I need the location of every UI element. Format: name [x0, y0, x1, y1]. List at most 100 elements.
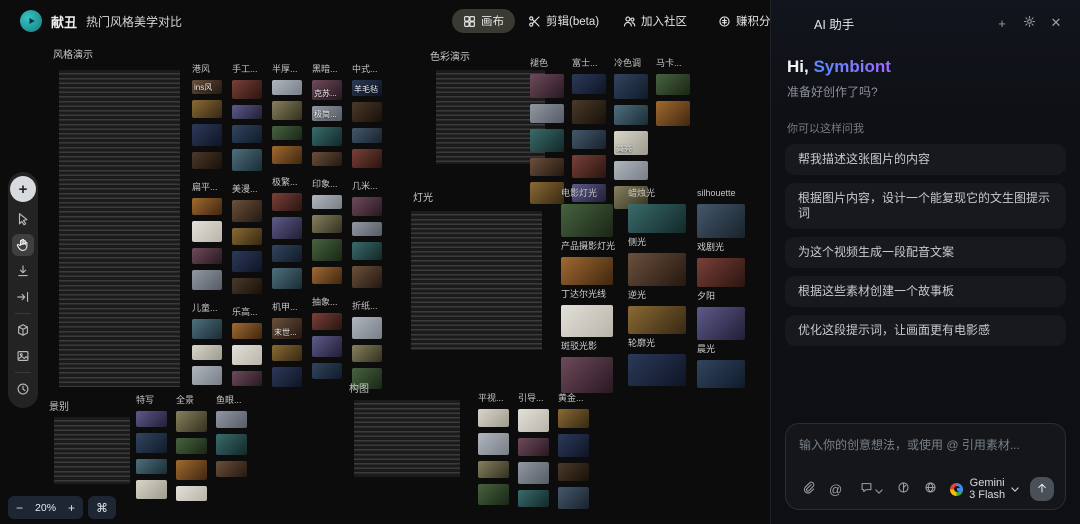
asset-thumbnail[interactable] — [352, 345, 382, 362]
asset-thumbnail[interactable]: 高亮 — [614, 131, 648, 155]
asset-thumbnail[interactable] — [272, 245, 302, 262]
suggestion-item[interactable]: 优化这段提示词，让画面更有电影感 — [785, 315, 1066, 346]
asset-thumbnail[interactable] — [628, 354, 686, 386]
asset-thumbnail[interactable] — [478, 433, 509, 455]
shot-scale-note-card[interactable] — [48, 411, 136, 490]
asset-thumbnail[interactable] — [312, 336, 342, 357]
asset-thumbnail[interactable] — [176, 411, 207, 432]
style-demo-note-card[interactable] — [53, 64, 186, 393]
asset-thumbnail[interactable] — [697, 258, 745, 287]
asset-thumbnail[interactable] — [192, 152, 222, 169]
suggestion-item[interactable]: 根据这些素材创建一个故事板 — [785, 276, 1066, 307]
asset-thumbnail[interactable] — [272, 217, 302, 239]
asset-thumbnail[interactable]: 克苏... — [312, 80, 342, 100]
asset-thumbnail[interactable] — [136, 480, 167, 499]
asset-thumbnail[interactable] — [697, 307, 745, 340]
asset-thumbnail[interactable] — [530, 158, 564, 176]
zoom-out-button[interactable]: − — [8, 496, 31, 519]
join-community-button[interactable]: 加入社区 — [612, 9, 698, 33]
asset-thumbnail[interactable] — [478, 484, 509, 505]
asset-thumbnail[interactable] — [272, 268, 302, 289]
asset-thumbnail[interactable] — [216, 434, 247, 455]
asset-thumbnail[interactable] — [312, 313, 342, 330]
asset-thumbnail[interactable] — [192, 319, 222, 339]
asset-thumbnail[interactable] — [176, 438, 207, 454]
usage-button[interactable] — [892, 478, 915, 500]
asset-thumbnail[interactable] — [561, 357, 613, 393]
app-logo-play-icon[interactable] — [20, 10, 42, 32]
tool-cursor-icon[interactable] — [12, 208, 34, 230]
tool-add-icon[interactable]: + — [10, 176, 36, 202]
tool-download-icon[interactable] — [12, 260, 34, 282]
asset-thumbnail[interactable] — [272, 367, 302, 387]
suggestion-item[interactable]: 帮我描述这张图片的内容 — [785, 144, 1066, 175]
asset-thumbnail[interactable] — [232, 371, 262, 386]
lighting-note-card[interactable] — [405, 205, 548, 356]
suggestion-item[interactable]: 根据图片内容，设计一个能复现它的文生图提示词 — [785, 183, 1066, 229]
asset-thumbnail[interactable] — [518, 462, 549, 484]
tab-clip[interactable]: 剪辑(beta) — [524, 8, 603, 34]
asset-thumbnail[interactable] — [518, 409, 549, 432]
asset-thumbnail[interactable] — [176, 460, 207, 480]
asset-thumbnail[interactable] — [614, 105, 648, 125]
asset-thumbnail[interactable] — [272, 146, 302, 164]
asset-thumbnail[interactable] — [232, 323, 262, 339]
suggestion-item[interactable]: 为这个视频生成一段配音文案 — [785, 237, 1066, 268]
asset-thumbnail[interactable] — [530, 129, 564, 152]
asset-thumbnail[interactable] — [478, 409, 509, 427]
asset-thumbnail[interactable] — [558, 434, 589, 457]
asset-thumbnail[interactable] — [232, 149, 262, 171]
asset-thumbnail[interactable] — [312, 127, 342, 146]
asset-thumbnail[interactable] — [192, 198, 222, 215]
asset-thumbnail[interactable] — [192, 124, 222, 146]
asset-thumbnail[interactable] — [216, 461, 247, 477]
tool-import-icon[interactable] — [12, 286, 34, 308]
asset-thumbnail[interactable] — [232, 278, 262, 294]
asset-thumbnail[interactable] — [216, 411, 247, 428]
asset-thumbnail[interactable] — [572, 155, 606, 178]
asset-thumbnail[interactable] — [697, 360, 745, 388]
model-selector[interactable]: Gemini 3 Flash — [946, 477, 1023, 501]
asset-thumbnail[interactable] — [352, 197, 382, 216]
close-panel-button[interactable]: ✕ — [1046, 13, 1066, 33]
asset-thumbnail[interactable] — [312, 267, 342, 284]
mention-button[interactable]: @ — [824, 478, 847, 500]
asset-thumbnail[interactable] — [192, 100, 222, 118]
asset-thumbnail[interactable] — [561, 257, 613, 285]
asset-thumbnail[interactable] — [518, 438, 549, 456]
asset-thumbnail[interactable] — [572, 74, 606, 94]
asset-thumbnail[interactable] — [192, 270, 222, 290]
asset-thumbnail[interactable] — [352, 242, 382, 260]
asset-thumbnail[interactable] — [136, 411, 167, 427]
asset-thumbnail[interactable] — [530, 74, 564, 98]
asset-thumbnail[interactable] — [136, 433, 167, 453]
asset-thumbnail[interactable] — [312, 363, 342, 379]
asset-thumbnail[interactable] — [136, 459, 167, 474]
asset-thumbnail[interactable] — [232, 105, 262, 119]
asset-thumbnail[interactable] — [312, 239, 342, 261]
web-search-button[interactable] — [919, 478, 942, 500]
asset-thumbnail[interactable] — [558, 487, 589, 509]
asset-thumbnail[interactable] — [628, 253, 686, 286]
asset-thumbnail[interactable] — [558, 463, 589, 481]
asset-thumbnail[interactable] — [352, 317, 382, 339]
asset-thumbnail[interactable] — [628, 204, 686, 233]
chat-mode-button[interactable] — [855, 478, 888, 500]
shortcuts-button[interactable]: ⌘ — [88, 496, 117, 519]
asset-thumbnail[interactable] — [614, 74, 648, 99]
asset-thumbnail[interactable] — [272, 101, 302, 120]
zoom-level[interactable]: 20% — [31, 502, 60, 514]
asset-thumbnail[interactable] — [192, 221, 222, 242]
asset-thumbnail[interactable] — [352, 128, 382, 143]
asset-thumbnail[interactable]: 极简... — [312, 106, 342, 121]
tool-image-icon[interactable] — [12, 345, 34, 367]
tab-canvas[interactable]: 画布 — [452, 9, 515, 33]
zoom-in-button[interactable]: + — [60, 496, 83, 519]
asset-thumbnail[interactable] — [272, 126, 302, 140]
asset-thumbnail[interactable] — [614, 161, 648, 180]
asset-thumbnail[interactable] — [352, 266, 382, 288]
asset-thumbnail[interactable] — [478, 461, 509, 478]
asset-thumbnail[interactable] — [192, 366, 222, 385]
asset-thumbnail[interactable] — [352, 222, 382, 236]
asset-thumbnail[interactable] — [272, 345, 302, 361]
